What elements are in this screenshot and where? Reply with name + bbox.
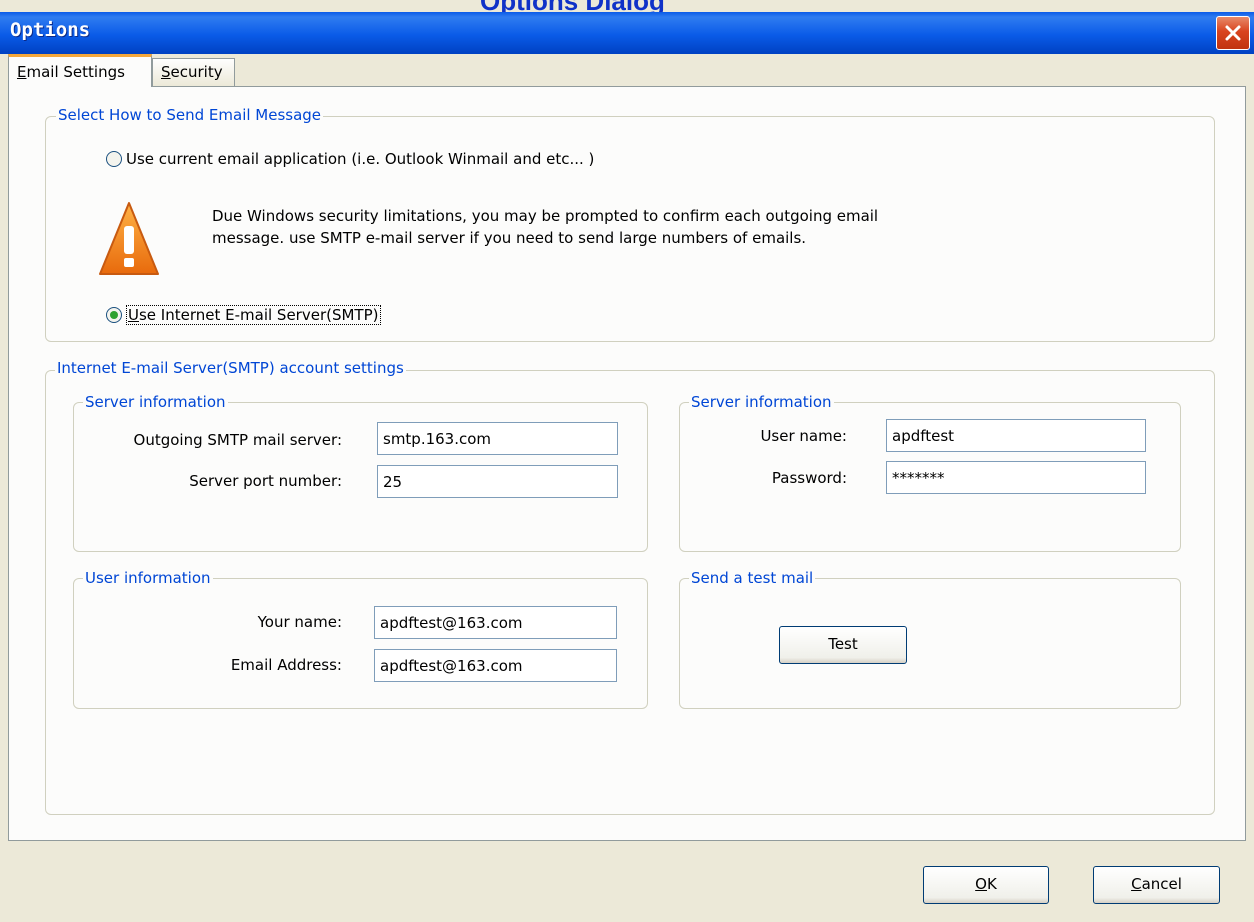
radio-label-rest: se Internet E-mail Server(SMTP)	[138, 306, 379, 324]
radio-label-smtp: Use Internet E-mail Server(SMTP)	[126, 305, 381, 325]
cancel-button[interactable]: Cancel	[1093, 866, 1220, 904]
send-method-legend: Select How to Send Email Message	[56, 106, 324, 124]
tab-label: ecurity	[170, 63, 223, 81]
user-info-legend: User information	[83, 569, 213, 587]
password-input[interactable]	[886, 461, 1146, 494]
tab-email-settings[interactable]: Email Settings	[8, 54, 152, 87]
email-address-label: Email Address:	[230, 656, 342, 674]
password-label: Password:	[771, 469, 847, 487]
user-info-group	[73, 578, 648, 709]
cancel-label: ancel	[1141, 875, 1182, 893]
tab-security[interactable]: Security	[152, 58, 235, 86]
dialog-footer	[0, 841, 1254, 922]
email-address-input[interactable]	[374, 649, 617, 682]
radio-current-email-app[interactable]: Use current email application (i.e. Outl…	[106, 150, 594, 168]
smtp-settings-legend: Internet E-mail Server(SMTP) account set…	[55, 359, 406, 377]
ok-label: K	[986, 875, 997, 893]
options-dialog: Options Dialog Options Email Settings Se…	[0, 0, 1254, 922]
test-button[interactable]: Test	[779, 626, 907, 664]
radio-button-current[interactable]	[106, 151, 122, 167]
server-info-legend: Server information	[83, 393, 228, 411]
radio-smtp-server[interactable]: Use Internet E-mail Server(SMTP)	[106, 305, 381, 325]
tab-accel: S	[161, 63, 171, 81]
ok-accel: O	[975, 875, 987, 893]
username-label: User name:	[760, 427, 847, 445]
close-button[interactable]	[1216, 16, 1250, 50]
warning-message-line2: message. use SMTP e-mail server if you n…	[212, 229, 807, 247]
outgoing-server-label: Outgoing SMTP mail server:	[133, 431, 342, 449]
radio-accel: U	[128, 306, 139, 324]
warning-icon	[99, 202, 159, 275]
title-bar[interactable]	[0, 12, 1254, 54]
test-mail-group	[679, 578, 1181, 709]
outgoing-server-input[interactable]	[377, 422, 618, 455]
tab-label: mail Settings	[26, 63, 125, 81]
close-icon	[1225, 25, 1241, 41]
your-name-label: Your name:	[257, 613, 342, 631]
window-title: Options	[10, 19, 91, 41]
your-name-input[interactable]	[374, 606, 617, 639]
server-port-label: Server port number:	[189, 472, 342, 490]
radio-label-current: Use current email application (i.e. Outl…	[126, 150, 595, 168]
cancel-accel: C	[1131, 875, 1142, 893]
server-auth-legend: Server information	[689, 393, 834, 411]
username-input[interactable]	[886, 419, 1146, 452]
ok-button[interactable]: OK	[923, 866, 1049, 904]
warning-message-line1: Due Windows security limitations, you ma…	[212, 207, 879, 225]
radio-button-smtp[interactable]	[106, 307, 122, 323]
server-port-input[interactable]	[377, 465, 618, 498]
test-mail-legend: Send a test mail	[689, 569, 816, 587]
